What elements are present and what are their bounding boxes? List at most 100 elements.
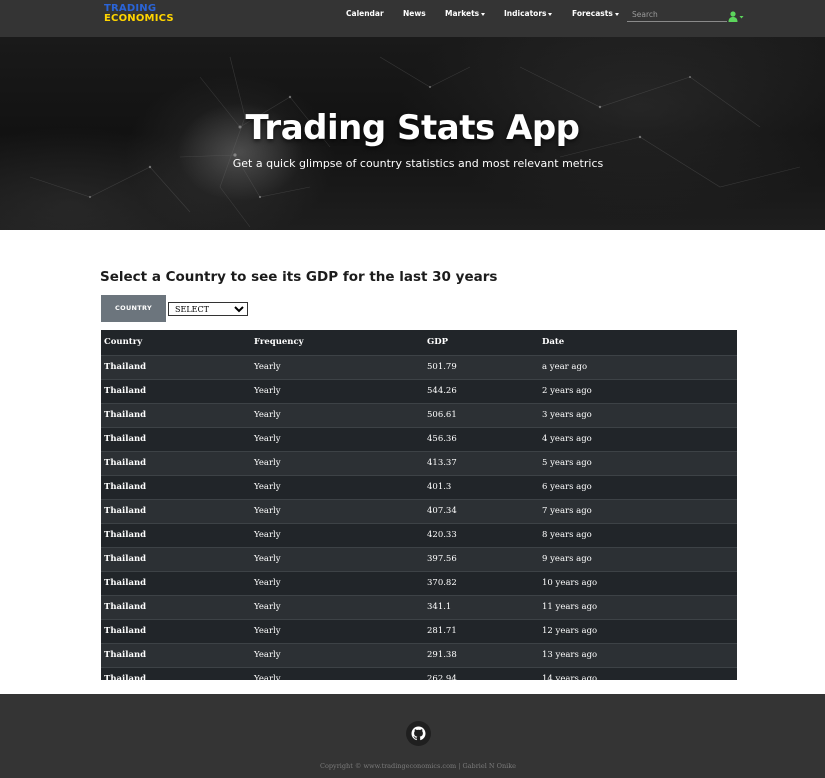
- table-row: Thailand Yearly 281.71 12 years ago: [101, 618, 737, 643]
- footer: Copyright © www.tradingeconomics.com | G…: [0, 694, 825, 778]
- nav-markets-label: Markets: [445, 9, 480, 18]
- cell-country: Thailand: [101, 450, 251, 475]
- github-link[interactable]: [406, 721, 431, 746]
- navbar: TRADING ECONOMICS Calendar News Markets …: [0, 0, 825, 37]
- country-label: COUNTRY: [101, 295, 166, 322]
- page-subtitle: Get a quick glimpse of country statistic…: [232, 157, 604, 170]
- cell-date: 10 years ago: [539, 570, 737, 595]
- cell-date: 13 years ago: [539, 642, 737, 667]
- cell-date: 3 years ago: [539, 402, 737, 427]
- table-row: Thailand Yearly 544.26 2 years ago: [101, 378, 737, 403]
- logo-line-2: ECONOMICS: [104, 13, 174, 24]
- table-row: Thailand Yearly 370.82 10 years ago: [101, 570, 737, 595]
- table-row: Thailand Yearly 413.37 5 years ago: [101, 450, 737, 475]
- cell-gdp: 407.34: [424, 498, 539, 523]
- cell-country: Thailand: [101, 354, 251, 379]
- cell-gdp: 456.36: [424, 426, 539, 451]
- cell-country: Thailand: [101, 426, 251, 451]
- hero-banner: Trading Stats App Get a quick glimpse of…: [0, 37, 825, 230]
- cell-gdp: 262.94: [424, 666, 539, 680]
- gdp-table-container[interactable]: Country Frequency GDP Date Thailand Year…: [101, 330, 737, 680]
- table-row: Thailand Yearly 501.79 a year ago: [101, 354, 737, 379]
- table-row: Thailand Yearly 407.34 7 years ago: [101, 498, 737, 523]
- cell-frequency: Yearly: [251, 402, 424, 427]
- gdp-table: Country Frequency GDP Date Thailand Year…: [101, 330, 737, 680]
- page-title: Trading Stats App: [245, 108, 580, 148]
- nav-markets-dropdown[interactable]: Markets: [445, 9, 486, 18]
- cell-date: 9 years ago: [539, 546, 737, 571]
- github-icon: [411, 726, 426, 741]
- table-row: Thailand Yearly 397.56 9 years ago: [101, 546, 737, 571]
- cell-date: 4 years ago: [539, 426, 737, 451]
- nav-indicators-dropdown[interactable]: Indicators: [504, 9, 553, 18]
- cell-date: 12 years ago: [539, 618, 737, 643]
- cell-frequency: Yearly: [251, 570, 424, 595]
- cell-country: Thailand: [101, 594, 251, 619]
- table-header-row: Country Frequency GDP Date: [101, 330, 737, 356]
- cell-date: a year ago: [539, 354, 737, 379]
- country-select[interactable]: SELECT: [168, 302, 248, 316]
- cell-frequency: Yearly: [251, 450, 424, 475]
- cell-frequency: Yearly: [251, 642, 424, 667]
- cell-gdp: 401.3: [424, 474, 539, 499]
- caret-down-icon: [481, 12, 486, 16]
- user-menu-button[interactable]: [728, 8, 746, 22]
- cell-country: Thailand: [101, 474, 251, 499]
- cell-gdp: 413.37: [424, 450, 539, 475]
- header-country: Country: [101, 330, 251, 356]
- nav-calendar[interactable]: Calendar: [346, 9, 384, 18]
- cell-date: 2 years ago: [539, 378, 737, 403]
- cell-gdp: 397.56: [424, 546, 539, 571]
- cell-country: Thailand: [101, 642, 251, 667]
- section-title: Select a Country to see its GDP for the …: [100, 269, 498, 285]
- user-icon: [728, 11, 744, 22]
- header-date: Date: [539, 330, 737, 356]
- cell-date: 5 years ago: [539, 450, 737, 475]
- cell-gdp: 370.82: [424, 570, 539, 595]
- cell-date: 6 years ago: [539, 474, 737, 499]
- table-row: Thailand Yearly 420.33 8 years ago: [101, 522, 737, 547]
- cell-gdp: 544.26: [424, 378, 539, 403]
- cell-country: Thailand: [101, 546, 251, 571]
- cell-frequency: Yearly: [251, 426, 424, 451]
- table-row: Thailand Yearly 506.61 3 years ago: [101, 402, 737, 427]
- search-input[interactable]: [627, 7, 727, 22]
- header-gdp: GDP: [424, 330, 539, 356]
- cell-gdp: 341.1: [424, 594, 539, 619]
- cell-frequency: Yearly: [251, 378, 424, 403]
- table-row: Thailand Yearly 291.38 13 years ago: [101, 642, 737, 667]
- cell-country: Thailand: [101, 522, 251, 547]
- cell-gdp: 501.79: [424, 354, 539, 379]
- caret-down-icon: [548, 12, 553, 16]
- cell-country: Thailand: [101, 378, 251, 403]
- nav-news[interactable]: News: [403, 9, 426, 18]
- cell-frequency: Yearly: [251, 666, 424, 680]
- header-frequency: Frequency: [251, 330, 424, 356]
- trading-economics-logo[interactable]: TRADING ECONOMICS: [104, 4, 174, 24]
- copyright-text: Copyright © www.tradingeconomics.com | G…: [319, 762, 517, 770]
- cell-gdp: 281.71: [424, 618, 539, 643]
- cell-frequency: Yearly: [251, 546, 424, 571]
- cell-date: 14 years ago: [539, 666, 737, 680]
- nav-forecasts-dropdown[interactable]: Forecasts: [572, 9, 619, 18]
- table-row: Thailand Yearly 456.36 4 years ago: [101, 426, 737, 451]
- nav-calendar-label: Calendar: [346, 9, 384, 18]
- nav-news-label: News: [403, 9, 426, 18]
- cell-gdp: 291.38: [424, 642, 539, 667]
- cell-frequency: Yearly: [251, 618, 424, 643]
- cell-gdp: 506.61: [424, 402, 539, 427]
- cell-frequency: Yearly: [251, 522, 424, 547]
- cell-country: Thailand: [101, 570, 251, 595]
- caret-down-icon: [739, 16, 744, 19]
- table-row: Thailand Yearly 401.3 6 years ago: [101, 474, 737, 499]
- cell-date: 8 years ago: [539, 522, 737, 547]
- cell-frequency: Yearly: [251, 594, 424, 619]
- cell-country: Thailand: [101, 666, 251, 680]
- nav-indicators-label: Indicators: [504, 9, 547, 18]
- cell-frequency: Yearly: [251, 474, 424, 499]
- caret-down-icon: [614, 12, 619, 16]
- cell-country: Thailand: [101, 498, 251, 523]
- cell-country: Thailand: [101, 618, 251, 643]
- cell-gdp: 420.33: [424, 522, 539, 547]
- cell-frequency: Yearly: [251, 354, 424, 379]
